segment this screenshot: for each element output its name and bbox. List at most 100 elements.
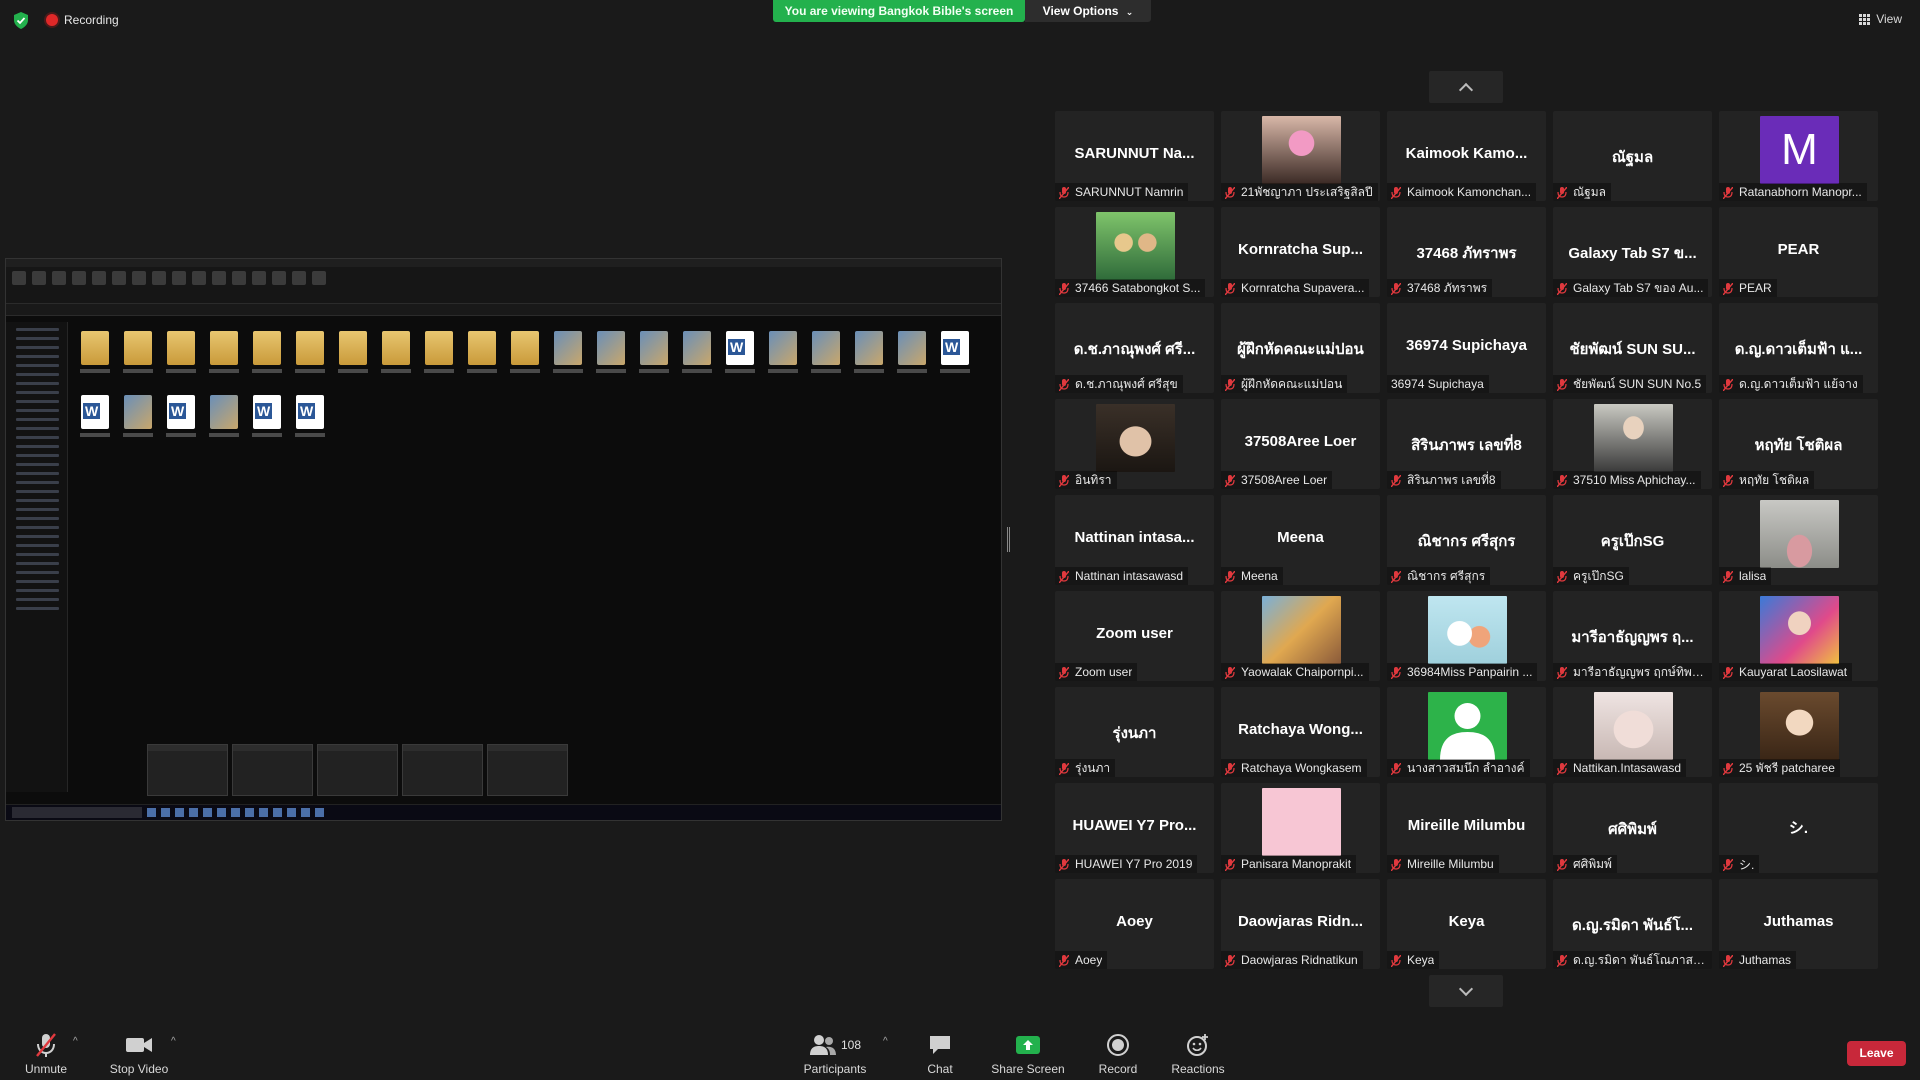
participants-button[interactable]: 108 Participants xyxy=(798,1026,872,1080)
participant-tile[interactable]: ผู้ฝึกหัดคณะแม่ปอน ผู้ฝึกหัดคณะแม่ปอน xyxy=(1221,303,1380,393)
participant-tile[interactable]: ด.ช.ภาณุพงศ์ ศรี... ด.ช.ภาณุพงศ์ ศรีสุข xyxy=(1055,303,1214,393)
participant-tile[interactable]: 36984Miss Panpairin ... xyxy=(1387,591,1546,681)
shared-screen-view[interactable] xyxy=(5,258,1002,821)
participant-name-label: Zoom user xyxy=(1075,665,1133,679)
participant-tile[interactable]: HUAWEI Y7 Pro... HUAWEI Y7 Pro 2019 xyxy=(1055,783,1214,873)
microphone-muted-icon xyxy=(1556,474,1568,488)
participant-video-thumbnail xyxy=(1760,500,1839,568)
participant-tile[interactable]: นางสาวสมนึก ลำอางค์ xyxy=(1387,687,1546,777)
participant-tile[interactable]: 37468 ภัทราพร 37468 ภัทราพร xyxy=(1387,207,1546,297)
view-layout-button[interactable]: View xyxy=(1859,12,1902,26)
participant-name-bar: ณิชากร ศรีสุกร xyxy=(1387,567,1491,585)
security-shield-icon[interactable] xyxy=(13,12,29,29)
participant-tile[interactable]: สิรินภาพร เลขที่8 สิรินภาพร เลขที่8 xyxy=(1387,399,1546,489)
gallery-prev-page-button[interactable] xyxy=(1429,71,1503,103)
participant-tile[interactable]: ศศิพิมพ์ ศศิพิมพ์ xyxy=(1553,783,1712,873)
microphone-muted-icon xyxy=(1722,666,1734,680)
participant-name-label: 36974 Supichaya xyxy=(1391,377,1484,391)
participant-tile[interactable]: Nattikan.Intasawasd xyxy=(1553,687,1712,777)
participant-tile[interactable]: SARUNNUT Na... SARUNNUT Namrin xyxy=(1055,111,1214,201)
stop-video-button[interactable]: Stop Video xyxy=(104,1026,174,1080)
audio-options-caret-icon[interactable]: ^ xyxy=(73,1036,83,1047)
participant-name-label: Ratanabhorn Manopr... xyxy=(1739,185,1862,199)
participant-tile[interactable]: หฤทัย โชติผล หฤทัย โชติผล xyxy=(1719,399,1878,489)
participant-tile[interactable]: ณิชากร ศรีสุกร ณิชากร ศรีสุกร xyxy=(1387,495,1546,585)
participant-tile[interactable]: ครูเป๊กSG ครูเป๊กSG xyxy=(1553,495,1712,585)
microphone-muted-icon xyxy=(1556,186,1568,200)
shared-windows-taskbar xyxy=(6,804,1001,820)
record-button[interactable]: Record xyxy=(1096,1026,1140,1080)
participant-tile[interactable]: 21พัชญาภา ประเสริฐสิลปี xyxy=(1221,111,1380,201)
participant-name-bar: ด.ช.ภาณุพงศ์ ศรีสุข xyxy=(1055,375,1183,393)
participant-tile[interactable]: 36974 Supichaya 36974 Supichaya xyxy=(1387,303,1546,393)
view-options-button[interactable]: View Options ⌄ xyxy=(1025,0,1151,22)
participant-name-bar: หฤทัย โชติผล xyxy=(1719,471,1815,489)
participant-display-name: Meena xyxy=(1277,529,1324,546)
participant-tile[interactable]: Yaowalak Chaipornpi... xyxy=(1221,591,1380,681)
video-options-caret-icon[interactable]: ^ xyxy=(171,1036,181,1047)
participant-tile[interactable]: ณัฐมล ณัฐมล xyxy=(1553,111,1712,201)
participant-tile[interactable]: 37466 Satabongkot S... xyxy=(1055,207,1214,297)
participant-tile[interactable]: Kaimook Kamo... Kaimook Kamonchan... xyxy=(1387,111,1546,201)
chat-button[interactable]: Chat xyxy=(920,1026,960,1080)
participant-name-label: Aoey xyxy=(1075,953,1103,967)
participant-display-name: มารีอาธัญญพร ฤ... xyxy=(1571,629,1694,646)
participant-tile[interactable]: 37508Aree Loer 37508Aree Loer xyxy=(1221,399,1380,489)
participant-tile[interactable]: Meena Meena xyxy=(1221,495,1380,585)
participant-tile[interactable]: Nattinan intasa... Nattinan intasawasd xyxy=(1055,495,1214,585)
microphone-muted-icon xyxy=(1722,954,1734,968)
participant-tile[interactable]: Kornratcha Sup... Kornratcha Supavera... xyxy=(1221,207,1380,297)
shared-navigation-pane xyxy=(6,322,68,792)
participant-tile[interactable]: Galaxy Tab S7 ข... Galaxy Tab S7 ของ Au..… xyxy=(1553,207,1712,297)
participant-tile[interactable]: Juthamas Juthamas xyxy=(1719,879,1878,969)
participant-tile[interactable]: Panisara Manoprakit xyxy=(1221,783,1380,873)
participant-tile[interactable]: PEAR PEAR xyxy=(1719,207,1878,297)
participant-tile[interactable]: Zoom user Zoom user xyxy=(1055,591,1214,681)
participant-name-label: รุ่งนภา xyxy=(1075,760,1111,775)
participant-tile[interactable]: lalisa xyxy=(1719,495,1878,585)
participant-name-bar: อินทิรา xyxy=(1055,471,1117,489)
participants-options-caret-icon[interactable]: ^ xyxy=(883,1036,893,1047)
participant-tile[interactable]: 37510 Miss Aphichay... xyxy=(1553,399,1712,489)
participant-tile[interactable]: 25 พัชรี patcharee xyxy=(1719,687,1878,777)
participant-tile[interactable]: Daowjaras Ridn... Daowjaras Ridnatikun xyxy=(1221,879,1380,969)
participant-tile[interactable]: Kauyarat Laosilawat xyxy=(1719,591,1878,681)
participant-display-name: SARUNNUT Na... xyxy=(1074,145,1195,162)
participant-display-name: Nattinan intasa... xyxy=(1074,529,1195,546)
reactions-button[interactable]: Reactions xyxy=(1170,1026,1226,1080)
participant-tile[interactable]: Ratchaya Wong... Ratchaya Wongkasem xyxy=(1221,687,1380,777)
chevron-down-icon: ⌄ xyxy=(1125,7,1134,17)
unmute-button[interactable]: Unmute xyxy=(18,1026,74,1080)
microphone-muted-icon xyxy=(1722,762,1734,776)
gallery-next-page-button[interactable] xyxy=(1429,975,1503,1007)
participant-tile[interactable]: M Ratanabhorn Manopr... xyxy=(1719,111,1878,201)
participant-name-bar: Ratanabhorn Manopr... xyxy=(1719,183,1867,201)
participant-display-name: Galaxy Tab S7 ข... xyxy=(1568,245,1697,262)
zoom-meeting-window: Recording You are viewing Bangkok Bible'… xyxy=(0,0,1920,1080)
participant-display-name: Kornratcha Sup... xyxy=(1237,241,1364,258)
recording-indicator-icon xyxy=(46,14,58,26)
participant-name-bar: ศศิพิมพ์ xyxy=(1553,855,1617,873)
participant-tile[interactable]: ด.ญ.ดาวเต็มฟ้า แ... ด.ญ.ดาวเต็มฟ้า แย้จาง xyxy=(1719,303,1878,393)
participant-tile[interactable]: Aoey Aoey xyxy=(1055,879,1214,969)
participant-display-name: ด.ญ.รมิดา พันธ์โ... xyxy=(1572,917,1693,934)
share-screen-button[interactable]: Share Screen xyxy=(990,1026,1066,1080)
participant-tile[interactable]: อินทิรา xyxy=(1055,399,1214,489)
participant-name-label: ด.ช.ภาณุพงศ์ ศรีสุข xyxy=(1075,376,1178,391)
microphone-muted-icon xyxy=(1390,186,1402,200)
participant-name-label: หฤทัย โชติผล xyxy=(1739,472,1810,487)
participant-tile[interactable]: ด.ญ.รมิดา พันธ์โ... ด.ญ.รมิดา พันธ์โณภาส … xyxy=(1553,879,1712,969)
recording-label: Recording xyxy=(64,13,119,27)
microphone-muted-icon xyxy=(1556,666,1568,680)
leave-meeting-button[interactable]: Leave xyxy=(1847,1041,1906,1066)
participant-tile[interactable]: Mireille Milumbu Mireille Milumbu xyxy=(1387,783,1546,873)
split-resize-handle[interactable] xyxy=(1007,527,1010,552)
participant-display-name: 36974 Supichaya xyxy=(1406,337,1527,354)
shared-window-titlebar xyxy=(6,259,1001,267)
participant-tile[interactable]: มารีอาธัญญพร ฤ... มารีอาธัญญพร ฤกษ์ทิพย์.… xyxy=(1553,591,1712,681)
participant-tile[interactable]: Keya Keya xyxy=(1387,879,1546,969)
participant-tile[interactable]: シ. シ. xyxy=(1719,783,1878,873)
participant-tile[interactable]: ชัยพัฒน์ SUN SU... ชัยพัฒน์ SUN SUN No.5 xyxy=(1553,303,1712,393)
participant-video-thumbnail xyxy=(1594,692,1673,760)
participant-tile[interactable]: รุ่งนภา รุ่งนภา xyxy=(1055,687,1214,777)
